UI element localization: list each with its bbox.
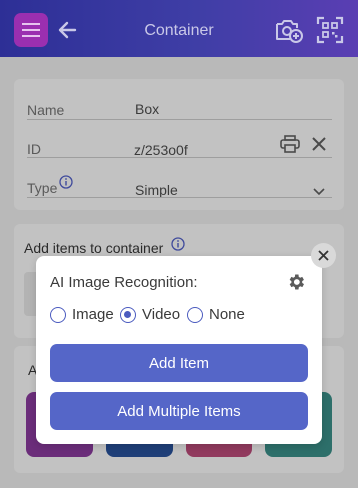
id-label: ID xyxy=(27,141,41,157)
radio-label: Video xyxy=(142,306,181,323)
print-button[interactable] xyxy=(280,135,300,158)
close-icon xyxy=(312,137,326,151)
radio-label: None xyxy=(209,306,245,323)
add-multiple-items-button[interactable]: Add Multiple Items xyxy=(50,392,308,430)
radio-button[interactable] xyxy=(50,306,66,323)
clear-id-button[interactable] xyxy=(311,136,327,157)
add-photo-button[interactable] xyxy=(274,16,304,44)
id-field[interactable]: z/253o0f xyxy=(134,142,188,158)
chevron-down-icon xyxy=(313,188,325,196)
qr-scan-icon xyxy=(316,16,344,44)
radio-button[interactable] xyxy=(120,306,136,323)
scan-button[interactable] xyxy=(316,16,344,44)
page-title: Container xyxy=(144,22,214,39)
type-label: Type xyxy=(27,180,58,196)
ai-recognition-dialog: AI Image Recognition: Image Video None A… xyxy=(36,256,322,444)
name-field[interactable]: Box xyxy=(135,101,159,117)
gear-icon xyxy=(289,274,304,290)
add-items-info[interactable] xyxy=(171,237,185,256)
radio-label: Image xyxy=(72,306,114,323)
dialog-title: AI Image Recognition: xyxy=(50,274,198,291)
settings-button[interactable] xyxy=(286,272,306,292)
add-item-button[interactable]: Add Item xyxy=(50,344,308,382)
type-info[interactable] xyxy=(59,175,73,194)
radio-image[interactable]: Image xyxy=(50,306,114,323)
close-icon xyxy=(318,250,329,261)
divider xyxy=(27,197,332,198)
app-bar: Container xyxy=(0,0,358,57)
radio-none[interactable]: None xyxy=(187,306,245,323)
info-icon xyxy=(59,175,73,189)
type-dropdown[interactable] xyxy=(313,183,325,201)
divider xyxy=(27,119,332,120)
camera-plus-icon xyxy=(276,20,303,43)
section-title: Add items to container xyxy=(24,240,164,256)
dialog-close-button[interactable] xyxy=(311,243,336,268)
type-select[interactable]: Simple xyxy=(135,182,178,198)
radio-button[interactable] xyxy=(187,306,203,323)
name-label: Name xyxy=(27,102,65,118)
info-icon xyxy=(171,237,185,251)
radio-video[interactable]: Video xyxy=(120,306,180,323)
printer-icon xyxy=(280,135,300,153)
